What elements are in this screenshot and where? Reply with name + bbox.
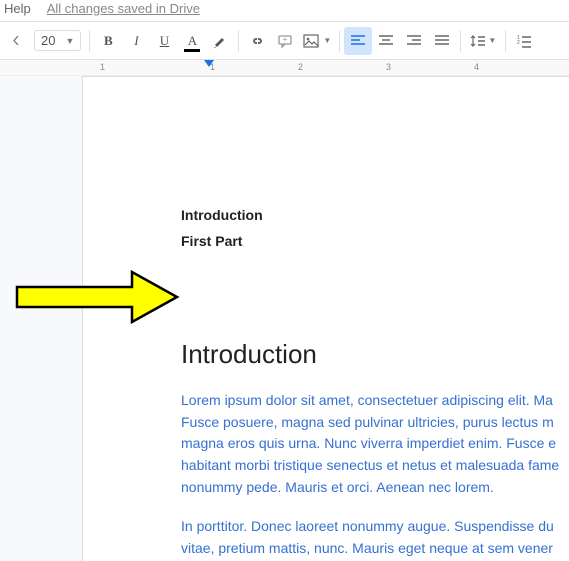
ruler-mark: 4 [474,62,479,72]
separator [238,30,239,52]
text-color-button[interactable]: A [178,27,206,55]
toc-entry[interactable]: First Part [181,233,569,249]
align-right-button[interactable] [400,27,428,55]
font-size-input[interactable]: 20 ▼ [34,30,81,51]
numbered-list-button[interactable]: 12 [510,27,538,55]
save-status[interactable]: All changes saved in Drive [47,1,200,16]
chevron-down-icon: ▼ [323,36,331,45]
ruler-mark: 3 [386,62,391,72]
heading-introduction[interactable]: Introduction [181,339,569,370]
insert-comment-button[interactable]: + [271,27,299,55]
line-spacing-button[interactable]: ▼ [465,27,501,55]
toc-entry[interactable]: Introduction [181,207,569,223]
indent-marker-icon[interactable] [204,60,214,67]
italic-button[interactable]: I [122,27,150,55]
ruler-mark: 2 [298,62,303,72]
menu-help[interactable]: Help [4,1,31,16]
insert-image-button[interactable]: ▼ [299,27,335,55]
workspace: Introduction First Part Introduction Lor… [0,76,569,561]
align-justify-button[interactable] [428,27,456,55]
toolbar-prev[interactable] [2,27,30,55]
body-paragraph[interactable]: In porttitor. Donec laoreet nonummy augu… [181,516,569,559]
separator [339,30,340,52]
page-gutter [0,76,82,561]
separator [89,30,90,52]
ruler-mark: 1 [100,62,105,72]
svg-text:2: 2 [517,40,520,46]
ruler[interactable]: 1 1 2 3 4 [0,60,569,76]
insert-link-button[interactable] [243,27,271,55]
bold-button[interactable]: B [94,27,122,55]
chevron-down-icon: ▼ [65,36,74,46]
svg-text:+: + [283,35,288,44]
body-paragraph[interactable]: Lorem ipsum dolor sit amet, consectetuer… [181,390,569,498]
separator [460,30,461,52]
separator [505,30,506,52]
underline-button[interactable]: U [150,27,178,55]
document-page[interactable]: Introduction First Part Introduction Lor… [82,76,569,561]
menu-bar: Help All changes saved in Drive [0,0,569,22]
align-center-button[interactable] [372,27,400,55]
toolbar: 20 ▼ B I U A + ▼ ▼ 12 [0,22,569,60]
font-size-value: 20 [41,33,55,48]
chevron-down-icon: ▼ [488,36,496,45]
highlight-button[interactable] [206,27,234,55]
align-left-button[interactable] [344,27,372,55]
